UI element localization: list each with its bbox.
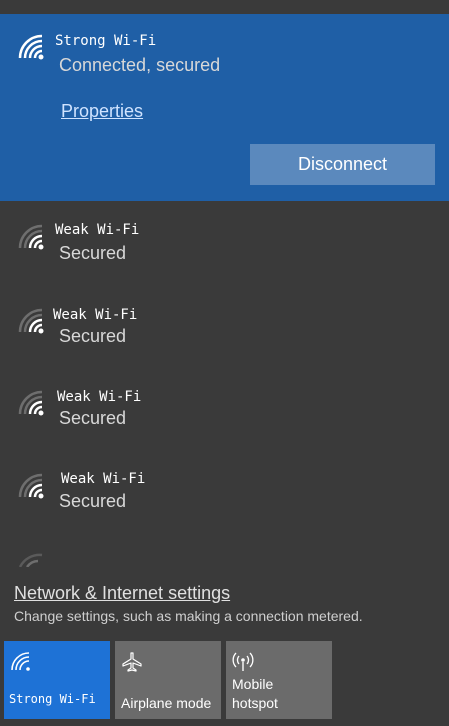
wifi-weak-icon <box>18 473 44 499</box>
network-list-item[interactable]: Weak Wi-Fi Secured <box>0 212 449 294</box>
network-name: Weak Wi-Fi <box>61 471 146 487</box>
network-name: Weak Wi-Fi <box>57 389 142 405</box>
network-settings-link[interactable]: Network & Internet settings <box>14 583 230 604</box>
flyout-top-edge <box>0 0 449 14</box>
network-list-item[interactable]: Weak Wi-Fi Secured <box>0 461 449 543</box>
mobile-hotspot-tile[interactable]: Mobile hotspot <box>226 641 332 719</box>
tile-label: Airplane mode <box>121 695 212 711</box>
network-status: Secured <box>59 408 127 428</box>
airplane-icon <box>122 652 142 672</box>
tile-label: Strong Wi-Fi <box>9 692 96 706</box>
network-name: Weak Wi-Fi <box>55 222 140 238</box>
network-name: Weak Wi-Fi <box>53 307 138 323</box>
connected-network-item[interactable]: Strong Wi-Fi Connected, secured Properti… <box>0 14 449 201</box>
disconnect-button[interactable]: Disconnect <box>250 144 435 185</box>
properties-link[interactable]: Properties <box>61 101 143 122</box>
network-status: Secured <box>59 326 127 346</box>
network-status: Secured <box>59 243 127 263</box>
flyout-bottom-edge <box>0 719 449 726</box>
wifi-icon <box>11 652 30 671</box>
network-list-item[interactable]: Weak Wi-Fi Secured <box>0 296 449 378</box>
wifi-toggle-tile[interactable]: Strong Wi-Fi <box>4 641 110 719</box>
airplane-mode-tile[interactable]: Airplane mode <box>115 641 221 719</box>
wifi-weak-icon <box>18 553 43 567</box>
network-status: Connected, secured <box>59 55 221 75</box>
wifi-weak-icon <box>18 390 44 416</box>
settings-description: Change settings, such as making a connec… <box>14 608 363 624</box>
wifi-weak-icon <box>18 308 44 334</box>
wifi-weak-icon <box>18 224 44 250</box>
hotspot-icon <box>232 652 254 671</box>
network-list-item[interactable]: Weak Wi-Fi Secured <box>0 378 449 460</box>
wifi-strong-icon <box>18 34 44 60</box>
network-status: Secured <box>59 491 127 511</box>
network-name: Strong Wi-Fi <box>55 33 157 49</box>
tile-label: Mobile hotspot <box>232 676 278 711</box>
